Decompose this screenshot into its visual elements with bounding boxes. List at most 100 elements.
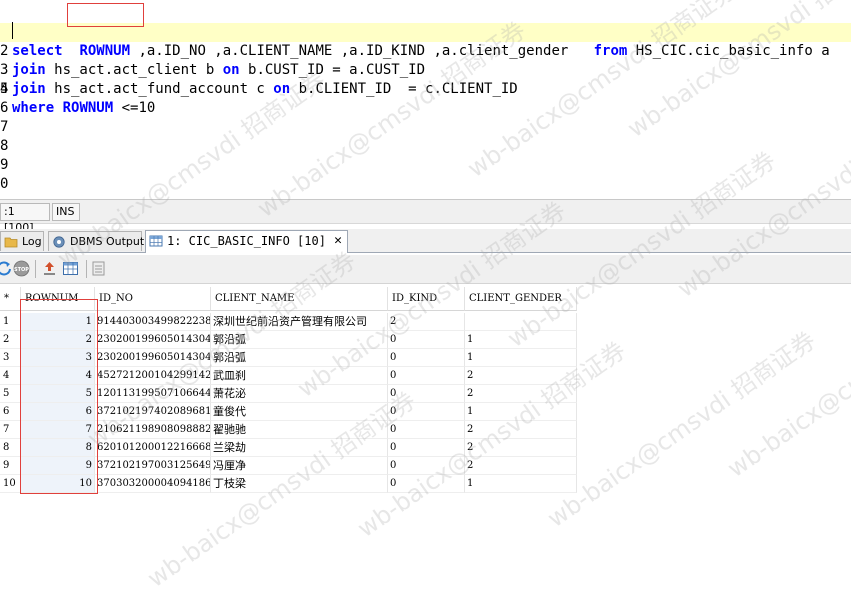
refresh-icon[interactable] [0, 260, 13, 277]
cell-id-kind[interactable]: 0 [388, 421, 465, 439]
cell-client-name[interactable]: 武皿刹 [211, 367, 388, 385]
cell-id-kind[interactable]: 0 [388, 385, 465, 403]
cell-id-kind[interactable]: 0 [388, 475, 465, 493]
cell-id-no[interactable]: 230200199605014304 [95, 349, 211, 367]
tab-label: 1: CIC_BASIC_INFO [10] [167, 234, 326, 248]
row-number[interactable]: 7 [0, 421, 21, 439]
cell-id-no[interactable]: 372102197402089681 [95, 403, 211, 421]
cell-id-no[interactable]: 452721200104299142 [95, 367, 211, 385]
cell-id-no[interactable]: 372102197003125649 [95, 457, 211, 475]
cell-client-gender[interactable]: 2 [465, 421, 577, 439]
svg-text:STOP: STOP [14, 267, 29, 273]
line-number: 0 [0, 176, 9, 192]
stop-icon[interactable]: STOP [13, 260, 30, 277]
export-icon[interactable] [41, 260, 58, 277]
table-row[interactable]: 2 2 230200199605014304 郭沿弧 0 1 [0, 331, 851, 349]
cell-client-name[interactable]: 郭沿弧 [211, 331, 388, 349]
editor-line-6: 6 [0, 99, 851, 118]
cell-client-gender[interactable]: 2 [465, 457, 577, 475]
cell-client-name[interactable]: 翟驰驰 [211, 421, 388, 439]
cell-client-name[interactable]: 冯厘净 [211, 457, 388, 475]
column-header-id-kind[interactable]: ID_KIND [388, 287, 465, 311]
cell-client-gender[interactable]: 1 [465, 349, 577, 367]
row-number[interactable]: 4 [0, 367, 21, 385]
table-row[interactable]: 6 6 372102197402089681 童俊代 0 1 [0, 403, 851, 421]
table-row[interactable]: 4 4 452721200104299142 武皿刹 0 2 [0, 367, 851, 385]
table-row[interactable]: 7 7 210621198908098882X 翟驰驰 0 2 [0, 421, 851, 439]
cell-id-no[interactable]: 370303200004094186 [95, 475, 211, 493]
tab-dbms-output[interactable]: DBMS Output [48, 231, 145, 251]
editor-line-8: 8 [0, 137, 851, 156]
cell-client-gender[interactable]: 1 [465, 403, 577, 421]
rownum-column-highlight-box [20, 299, 98, 494]
line-number: 7 [0, 119, 9, 135]
cell-id-kind[interactable]: 0 [388, 457, 465, 475]
cell-id-kind[interactable]: 0 [388, 403, 465, 421]
row-number[interactable]: 8 [0, 439, 21, 457]
line-number: 6 [0, 100, 9, 116]
cell-id-kind[interactable]: 0 [388, 331, 465, 349]
cell-client-name[interactable]: 郭沿弧 [211, 349, 388, 367]
result-grid[interactable]: * ROWNUM ID_NO CLIENT_NAME ID_KIND CLIEN… [0, 287, 851, 502]
cell-client-name[interactable]: 丁枝梁 [211, 475, 388, 493]
toolbar-separator [35, 260, 36, 278]
tab-label: DBMS Output [70, 235, 145, 248]
cell-client-name[interactable]: 深圳世纪前沿资产管理有限公司 [211, 313, 388, 331]
column-header-id-no[interactable]: ID_NO [95, 287, 211, 311]
row-number[interactable]: 10 [0, 475, 21, 493]
cell-client-gender[interactable]: 2 [465, 385, 577, 403]
grid-table-icon [149, 235, 163, 247]
cell-id-kind[interactable]: 0 [388, 439, 465, 457]
cell-client-gender[interactable]: 2 [465, 367, 577, 385]
cursor-position: :1 [100] [0, 203, 50, 234]
cell-id-no[interactable]: 120113199507106644 [95, 385, 211, 403]
insert-mode-indicator: INS [52, 203, 80, 221]
grid-view-icon[interactable] [62, 260, 79, 277]
editor-status-bar: :1 [100] INS [0, 199, 851, 234]
cell-id-no[interactable]: 230200199605014304 [95, 331, 211, 349]
line-number: 8 [0, 138, 9, 154]
cell-id-no[interactable]: 210621198908098882X [95, 421, 211, 439]
table-row[interactable]: 9 9 372102197003125649 冯厘净 0 2 [0, 457, 851, 475]
tab-result-cic-basic-info[interactable]: 1: CIC_BASIC_INFO [10] ✕ [145, 230, 348, 253]
cell-id-kind[interactable]: 0 [388, 349, 465, 367]
result-toolbar: STOP [0, 255, 851, 284]
line-number: 5 [0, 81, 9, 97]
table-row[interactable]: 10 10 370303200004094186 丁枝梁 0 1 [0, 475, 851, 493]
editor-line-3: 3 join hs_act.act_fund_account c on b.CL… [0, 42, 851, 97]
tab-log[interactable]: Log [0, 231, 44, 251]
column-header-client-gender[interactable]: CLIENT_GENDER [465, 287, 577, 311]
table-row[interactable]: 1 1 914403003499822238B 深圳世纪前沿资产管理有限公司 2 [0, 313, 851, 331]
row-number[interactable]: 1 [0, 313, 21, 331]
cell-id-kind[interactable]: 2 [388, 313, 465, 331]
cell-client-gender[interactable]: 1 [465, 331, 577, 349]
grid-corner[interactable]: * [0, 287, 21, 311]
cell-client-gender[interactable]: 1 [465, 475, 577, 493]
editor-line-4: 4 where ROWNUM <=10 [0, 61, 851, 116]
editor-line-9: 9 [0, 156, 851, 175]
row-number[interactable]: 3 [0, 349, 21, 367]
close-tab-icon[interactable]: ✕ [334, 231, 342, 251]
sql-editor[interactable]: 1 select ROWNUM ,a.ID_NO ,a.CLIENT_NAME … [0, 0, 851, 196]
cell-client-name[interactable]: 童俊代 [211, 403, 388, 421]
row-number[interactable]: 9 [0, 457, 21, 475]
output-tab-bar: Log DBMS Output 1: CIC_BASIC_INFO [10] ✕ [0, 229, 851, 253]
row-number[interactable]: 6 [0, 403, 21, 421]
table-row[interactable]: 3 3 230200199605014304 郭沿弧 0 1 [0, 349, 851, 367]
cell-client-name[interactable]: 兰梁劫 [211, 439, 388, 457]
cell-id-no[interactable]: 620101200012216668X [95, 439, 211, 457]
row-number[interactable]: 5 [0, 385, 21, 403]
column-header-client-name[interactable]: CLIENT_NAME [211, 287, 388, 311]
rownum-highlight-box [67, 3, 144, 27]
cell-id-kind[interactable]: 0 [388, 367, 465, 385]
cell-client-name[interactable]: 萧花泌 [211, 385, 388, 403]
cell-client-gender[interactable]: 2 [465, 439, 577, 457]
tab-label: Log [22, 235, 42, 248]
text-caret [12, 22, 13, 39]
table-row[interactable]: 5 5 120113199507106644 萧花泌 0 2 [0, 385, 851, 403]
row-number[interactable]: 2 [0, 331, 21, 349]
record-view-icon[interactable] [90, 260, 107, 277]
cell-id-no[interactable]: 914403003499822238B [95, 313, 211, 331]
cell-client-gender[interactable] [465, 313, 577, 331]
table-row[interactable]: 8 8 620101200012216668X 兰梁劫 0 2 [0, 439, 851, 457]
